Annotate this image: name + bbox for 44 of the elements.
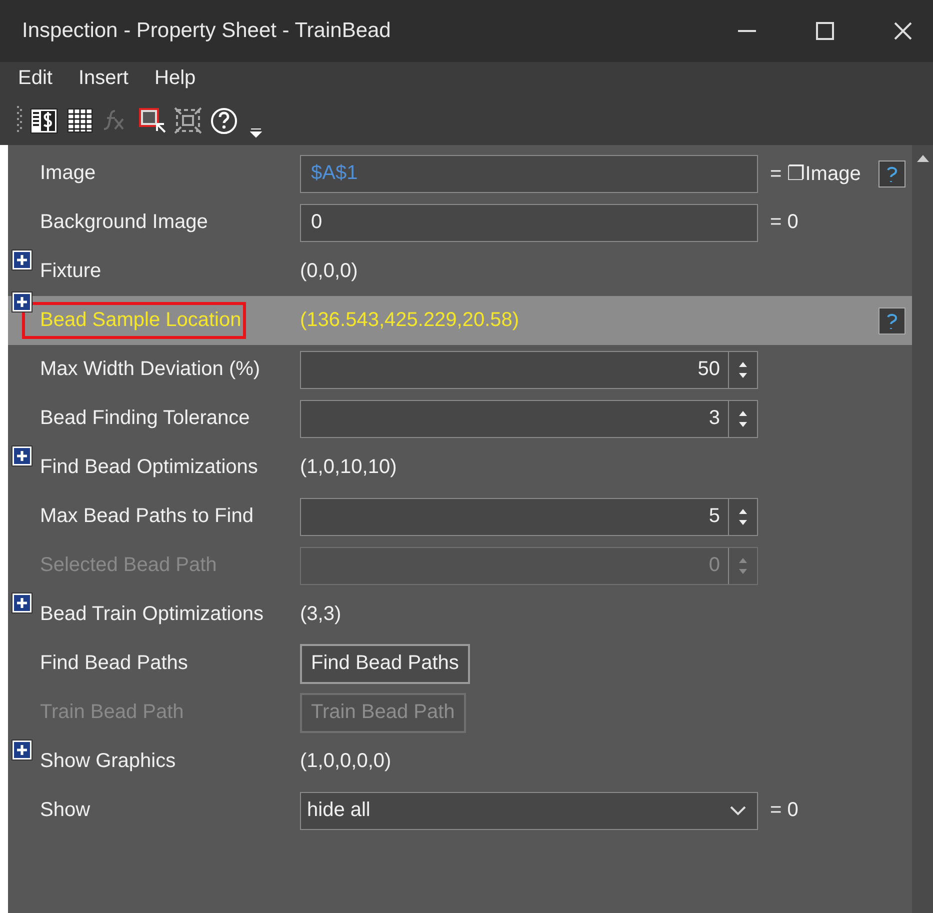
property-value: (1,0,0,0,0)	[300, 750, 392, 773]
property-label: Max Width Deviation (%)	[40, 358, 260, 381]
property-value: (0,0,0)	[300, 260, 358, 283]
property-label: Bead Train Optimizations	[40, 603, 264, 626]
property-label: Max Bead Paths to Find	[40, 505, 254, 528]
help-icon[interactable]	[878, 306, 906, 334]
formula-result: = ❐Image	[770, 162, 861, 186]
property-label: Bead Sample Location	[22, 302, 246, 339]
spin-field[interactable]: 3	[300, 400, 758, 438]
property-value: (136.543,425.229,20.58)	[300, 309, 520, 332]
property-label: Find Bead Optimizations	[40, 456, 258, 479]
input-field[interactable]: 0	[300, 204, 758, 242]
scrollbar[interactable]	[912, 145, 933, 913]
chevron-down-icon	[729, 804, 747, 816]
menu-item[interactable]: Edit	[18, 67, 52, 90]
expand-icon[interactable]	[11, 739, 33, 761]
menu-item[interactable]: Help	[154, 67, 196, 90]
expand-icon[interactable]	[11, 445, 33, 467]
expand-icon[interactable]	[11, 291, 33, 313]
spin-field[interactable]: 5	[300, 498, 758, 536]
spin-field[interactable]: 50	[300, 350, 758, 388]
property-label: Show Graphics	[40, 750, 176, 773]
region-select-icon[interactable]	[137, 105, 167, 135]
maximize-icon[interactable]	[813, 19, 837, 43]
property-label: Find Bead Paths	[40, 652, 188, 675]
menu-item[interactable]: Insert	[78, 67, 128, 90]
window-title: Inspection - Property Sheet - TrainBead	[22, 19, 391, 43]
property-label: Show	[40, 799, 90, 822]
expand-icon[interactable]	[11, 592, 33, 614]
scroll-up-icon[interactable]	[916, 153, 930, 163]
help-icon[interactable]	[878, 160, 906, 188]
property-label: Background Image	[40, 211, 208, 234]
property-label: Fixture	[40, 260, 102, 283]
find-button[interactable]: Find Bead Paths	[300, 644, 470, 684]
property-label: Bead Finding Tolerance	[40, 407, 250, 430]
formula-result: = 0	[770, 799, 798, 822]
help-icon[interactable]	[209, 105, 239, 135]
property-label: Image	[40, 162, 96, 185]
property-value: (1,0,10,10)	[300, 456, 397, 479]
formula-result: = 0	[770, 211, 798, 234]
property-value: (3,3)	[300, 603, 342, 626]
expand-icon[interactable]	[11, 249, 33, 271]
frame-icon[interactable]	[173, 105, 203, 135]
dropdown[interactable]: hide all	[300, 792, 758, 830]
